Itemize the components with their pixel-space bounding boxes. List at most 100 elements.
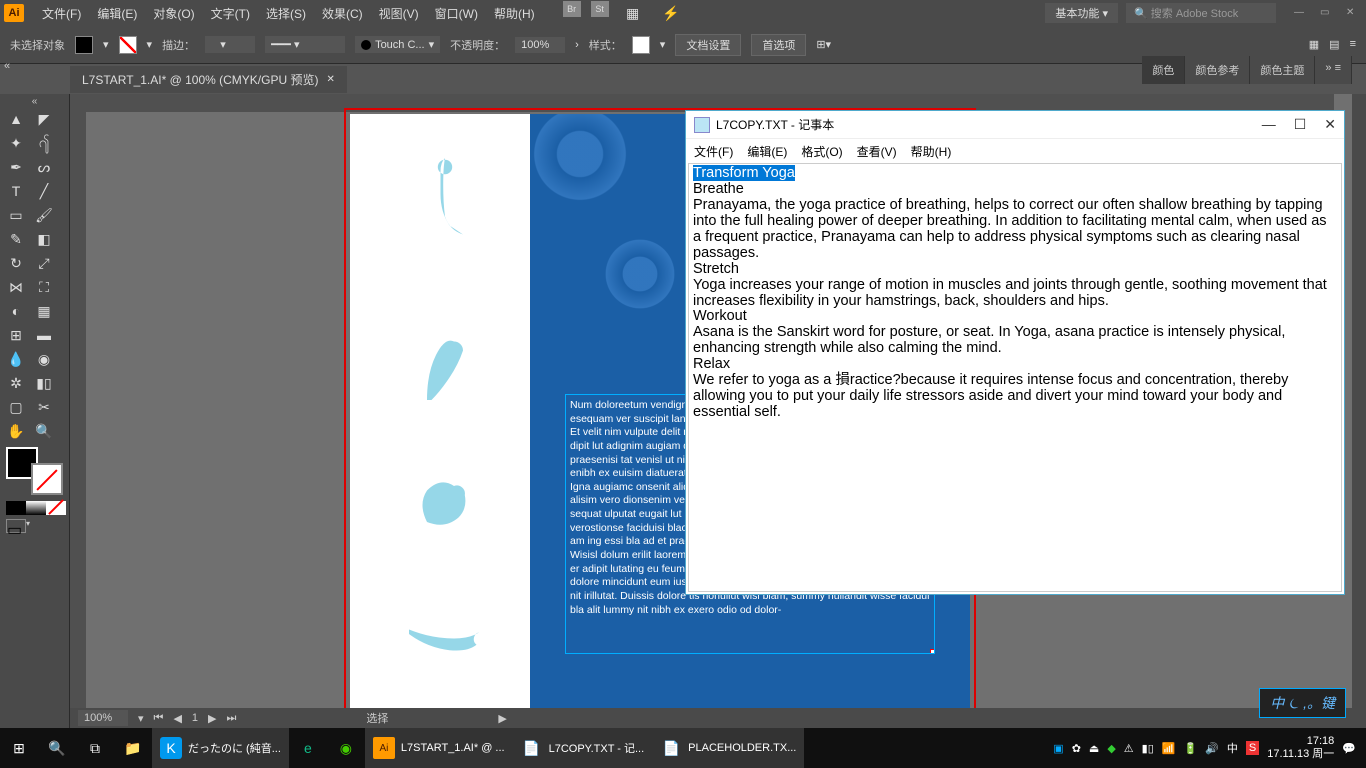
wifi-icon[interactable]: 📶 (1162, 742, 1176, 755)
tab-close-icon[interactable]: ✕ (326, 74, 334, 85)
eyedropper-tool-icon[interactable]: 💧 (2, 347, 30, 371)
stroke-weight-dropdown[interactable]: ▾ (205, 36, 255, 53)
bridge-icon[interactable]: Br (563, 1, 581, 17)
scale-tool-icon[interactable]: ⤢ (30, 251, 58, 275)
slice-tool-icon[interactable]: ✂ (30, 395, 58, 419)
nav-prev-icon[interactable]: ◀ (173, 712, 181, 725)
curvature-tool-icon[interactable]: ᔕ (30, 155, 58, 179)
align-icon[interactable]: ⊞▾ (816, 38, 831, 51)
menu-object[interactable]: 对象(O) (145, 5, 202, 22)
overset-text-icon[interactable]: + (930, 649, 935, 654)
taskbar-illustrator[interactable]: AiL7START_1.AI* @ ... (365, 728, 513, 768)
panel-icon[interactable]: ▦ (1309, 38, 1319, 51)
rectangle-tool-icon[interactable]: ▭ (2, 203, 30, 227)
panel-tab-color-theme[interactable]: 颜色主题 (1250, 56, 1315, 84)
start-button[interactable]: ⊞ (0, 728, 38, 768)
ime-indicator[interactable]: 中 ⏾ ,。键 (1259, 688, 1346, 718)
gradient-tool-icon[interactable]: ▬ (30, 323, 58, 347)
pen-tool-icon[interactable]: ✒ (2, 155, 30, 179)
network-icon[interactable]: ▮▯ (1142, 742, 1154, 755)
menu-effect[interactable]: 效果(C) (314, 5, 371, 22)
menu-view[interactable]: 视图(V) (371, 5, 427, 22)
np-maximize-icon[interactable]: ☐ (1294, 116, 1307, 133)
workspace-switcher[interactable]: 基本功能 ▾ (1045, 3, 1118, 23)
artboard-tool-icon[interactable]: ▢ (2, 395, 30, 419)
graph-tool-icon[interactable]: ▮▯ (30, 371, 58, 395)
menu-edit[interactable]: 编辑(E) (89, 5, 145, 22)
menu-window[interactable]: 窗口(W) (427, 5, 486, 22)
taskbar-edge[interactable]: e (289, 728, 327, 768)
document-tab[interactable]: L7START_1.AI* @ 100% (CMYK/GPU 预览) ✕ (70, 66, 347, 93)
profile-dropdown[interactable]: ━━━ ▾ (265, 36, 345, 53)
search-input[interactable]: 🔍 搜索 Adobe Stock (1126, 3, 1276, 23)
notepad-window[interactable]: L7COPY.TXT - 记事本 — ☐ ✕ 文件(F) 编辑(E) 格式(O)… (685, 110, 1345, 595)
panel-icon[interactable]: ▤ (1329, 38, 1339, 51)
clock[interactable]: 17:18 17.11.13 周一 (1267, 735, 1334, 761)
opacity-input[interactable]: 100% (515, 37, 565, 53)
shaper-tool-icon[interactable]: ✎ (2, 227, 30, 251)
type-tool-icon[interactable]: T (2, 179, 30, 203)
color-mode-row[interactable] (6, 501, 66, 515)
artboard-number[interactable]: 1 (192, 712, 198, 724)
np-close-icon[interactable]: ✕ (1324, 116, 1336, 133)
taskbar-music[interactable]: Kだったのに (純音... (152, 728, 289, 768)
ruler-vertical[interactable] (70, 94, 86, 710)
battery-icon[interactable]: 🔋 (1183, 742, 1197, 755)
task-view-button[interactable]: ⧉ (76, 728, 114, 768)
menu-type[interactable]: 文字(T) (203, 5, 258, 22)
notepad-titlebar[interactable]: L7COPY.TXT - 记事本 — ☐ ✕ (686, 111, 1344, 139)
file-explorer-button[interactable]: 📁 (114, 728, 152, 768)
np-minimize-icon[interactable]: — (1262, 116, 1276, 133)
direct-selection-tool-icon[interactable]: ◤ (30, 107, 58, 131)
np-menu-view[interactable]: 查看(V) (857, 143, 897, 160)
tray-icon[interactable]: ⏏ (1089, 742, 1099, 755)
document-setup-button[interactable]: 文档设置 (675, 34, 741, 56)
tray-icon[interactable]: ✿ (1072, 742, 1081, 755)
taskbar-placeholder-txt[interactable]: 📄PLACEHOLDER.TX... (652, 728, 804, 768)
minimize-icon[interactable]: — (1294, 7, 1310, 19)
hand-tool-icon[interactable]: ✋ (2, 419, 30, 443)
rotate-tool-icon[interactable]: ↻ (2, 251, 30, 275)
paintbrush-tool-icon[interactable]: 🖌 (30, 203, 58, 227)
zoom-dropdown[interactable]: 100% (78, 710, 128, 726)
search-button[interactable]: 🔍 (38, 728, 76, 768)
stock-icon[interactable]: St (591, 1, 609, 17)
panel-tab-color-ref[interactable]: 颜色参考 (1185, 56, 1250, 84)
close-icon[interactable]: ✕ (1346, 7, 1362, 19)
scroll-arrow-icon[interactable]: ▶ (498, 712, 506, 725)
menu-help[interactable]: 帮助(H) (486, 5, 543, 22)
tab-arrow-icon[interactable]: « (4, 60, 10, 72)
np-menu-edit[interactable]: 编辑(E) (747, 143, 787, 160)
np-menu-help[interactable]: 帮助(H) (911, 143, 952, 160)
zoom-tool-icon[interactable]: 🔍 (30, 419, 58, 443)
stroke-swatch[interactable] (119, 36, 137, 54)
panel-expand-icon[interactable]: » ≡ (1315, 56, 1352, 84)
fill-swatch[interactable] (75, 36, 93, 54)
np-menu-format[interactable]: 格式(O) (801, 143, 842, 160)
taskbar-notepad[interactable]: 📄L7COPY.TXT - 记... (513, 728, 653, 768)
right-panel-dock[interactable] (1352, 94, 1366, 728)
ime-lang-icon[interactable]: 中 (1227, 740, 1238, 756)
free-transform-tool-icon[interactable]: ⛶ (30, 275, 58, 299)
shape-builder-tool-icon[interactable]: ◐ (2, 299, 30, 323)
symbol-sprayer-tool-icon[interactable]: ✲ (2, 371, 30, 395)
lasso-tool-icon[interactable]: ႟ (30, 131, 58, 155)
perspective-tool-icon[interactable]: ▦ (30, 299, 58, 323)
ime-sogou-icon[interactable]: S (1246, 741, 1259, 755)
line-tool-icon[interactable]: ╱ (30, 179, 58, 203)
preferences-button[interactable]: 首选项 (751, 34, 806, 56)
fill-stroke-indicator[interactable] (6, 447, 63, 495)
gpu-icon[interactable]: ⚡ (657, 1, 685, 25)
panel-tab-color[interactable]: 颜色 (1142, 56, 1185, 84)
tray-icon[interactable]: ◆ (1107, 742, 1115, 755)
screen-mode-row[interactable]: ▭ ▾ (6, 519, 63, 533)
nav-next-icon[interactable]: ▶ (208, 712, 216, 725)
menu-file[interactable]: 文件(F) (34, 5, 89, 22)
arrange-icon[interactable]: ▦ (619, 1, 647, 25)
tray-icon[interactable]: ⚠ (1124, 742, 1134, 755)
brush-dropdown[interactable]: Touch C... ▾ (355, 36, 440, 53)
maximize-icon[interactable]: ▭ (1320, 7, 1336, 19)
style-swatch[interactable] (632, 36, 650, 54)
panel-menu-icon[interactable]: ≡ (1350, 38, 1356, 51)
width-tool-icon[interactable]: ⋈ (2, 275, 30, 299)
